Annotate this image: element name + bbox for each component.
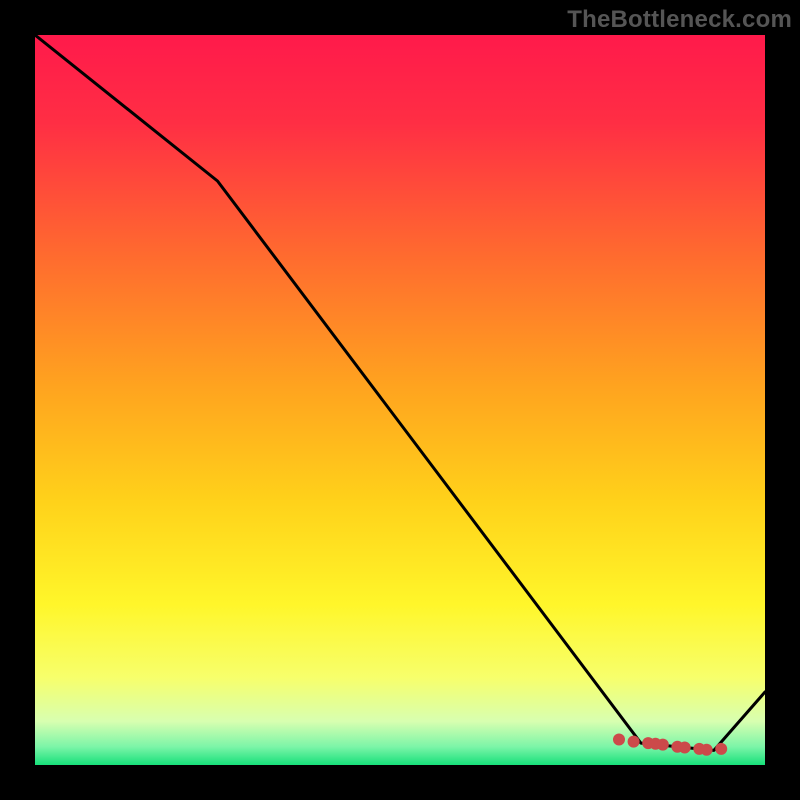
chart-frame: TheBottleneck.com [0, 0, 800, 800]
highlight-dot [657, 739, 669, 751]
highlight-dot [715, 743, 727, 755]
watermark-text: TheBottleneck.com [567, 6, 792, 34]
chart-svg [35, 35, 765, 765]
highlight-dot [613, 734, 625, 746]
gradient-background [35, 35, 765, 765]
highlight-dot [679, 742, 691, 754]
highlight-dot [628, 736, 640, 748]
plot-area [35, 35, 765, 765]
highlight-dot [701, 744, 713, 756]
